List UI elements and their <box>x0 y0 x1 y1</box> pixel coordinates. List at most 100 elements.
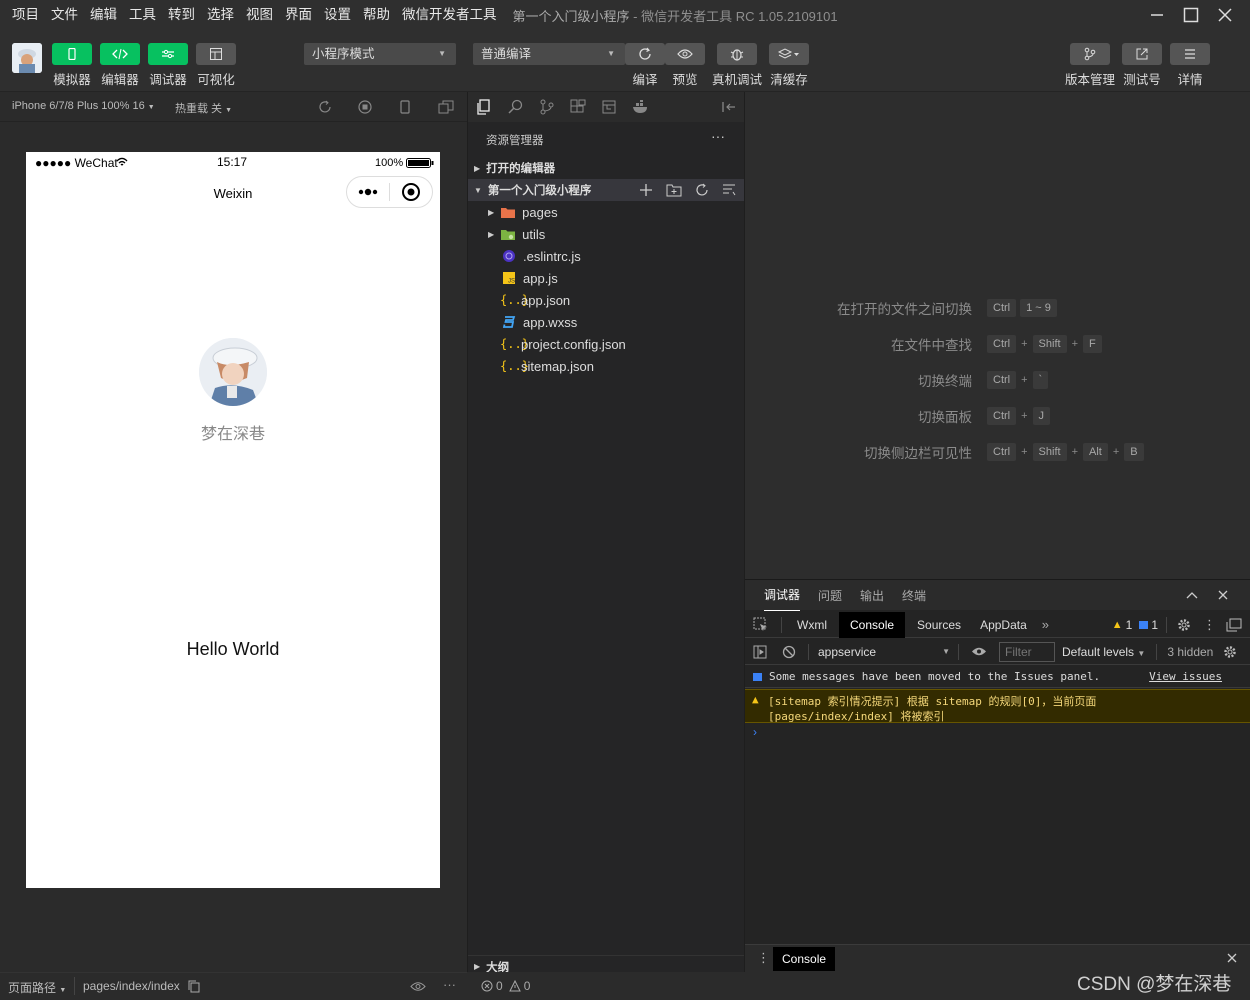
source-control-icon[interactable] <box>540 99 554 115</box>
problems-indicator[interactable]: 0 0 <box>481 979 530 993</box>
minimize-button[interactable] <box>1140 0 1174 30</box>
menu-devtools[interactable]: 微信开发者工具 <box>396 0 503 30</box>
project-section[interactable]: ▼ 第一个入门级小程序 <box>468 179 744 201</box>
gear-icon[interactable] <box>1177 618 1191 632</box>
menu-project[interactable]: 项目 <box>6 0 45 30</box>
tree-item-eslintrc[interactable]: .eslintrc.js <box>468 245 744 267</box>
tree-item-app-js[interactable]: JS app.js <box>468 267 744 289</box>
more-button[interactable] <box>347 188 389 196</box>
compile-button[interactable] <box>625 43 665 65</box>
filter-input[interactable] <box>999 641 1055 662</box>
issues-message: Some messages have been moved to the Iss… <box>745 666 1250 688</box>
explorer-more-icon[interactable]: ··· <box>711 128 725 144</box>
menu-icon <box>1185 49 1195 59</box>
tree-item-app-wxss[interactable]: app.wxss <box>468 311 744 333</box>
more-tabs-icon[interactable]: » <box>1042 617 1049 632</box>
tree-item-pages[interactable]: ▶ pages <box>468 201 744 223</box>
tree-item-sitemap[interactable]: {..} sitemap.json <box>468 355 744 377</box>
stop-button[interactable] <box>358 100 372 114</box>
details-button[interactable] <box>1170 43 1210 65</box>
tree-item-utils[interactable]: ▶ utils <box>468 223 744 245</box>
hot-reload-select[interactable]: 热重载 关 ▼ <box>175 100 232 116</box>
open-editors-section[interactable]: ▶ 打开的编辑器 <box>468 157 744 179</box>
clear-console-icon[interactable] <box>782 645 796 659</box>
extensions-icon[interactable] <box>570 99 586 115</box>
tab-sources[interactable]: Sources <box>917 618 961 632</box>
version-button[interactable] <box>1070 43 1110 65</box>
tree-item-app-json[interactable]: {..} app.json <box>468 289 744 311</box>
levels-select[interactable]: Default levels ▼ <box>1062 645 1145 659</box>
devtools-panel: 调试器 问题 输出 终端 Wxml Console Sources AppDat… <box>745 579 1250 944</box>
layers-icon <box>778 48 799 59</box>
rotate-button[interactable] <box>318 100 332 114</box>
close-drawer-icon[interactable] <box>1227 953 1237 963</box>
menu-interface[interactable]: 界面 <box>279 0 318 30</box>
tree-item-project-config[interactable]: {..} project.config.json <box>468 333 744 355</box>
console-prompt[interactable]: › <box>753 725 757 739</box>
tab-console[interactable]: Console <box>839 611 906 638</box>
search-icon[interactable] <box>508 99 524 115</box>
close-miniprogram-button[interactable] <box>390 182 432 202</box>
simulator-button[interactable] <box>52 43 92 65</box>
simulator-toolbar: iPhone 6/7/8 Plus 100% 16 ▼ 热重载 关 ▼ <box>0 92 467 122</box>
menu-goto[interactable]: 转到 <box>162 0 201 30</box>
tab-problems[interactable]: 问题 <box>818 587 842 604</box>
preview-button[interactable] <box>665 43 705 65</box>
copy-icon[interactable] <box>188 980 200 993</box>
view-issues-link[interactable]: View issues <box>1149 670 1222 683</box>
collapse-sidebar-icon[interactable] <box>722 101 736 113</box>
issue-counter[interactable]: ▲ 1 1 <box>1112 618 1158 632</box>
menu-view[interactable]: 视图 <box>240 0 279 30</box>
collapse-all-icon[interactable] <box>722 183 736 197</box>
new-file-icon[interactable] <box>639 183 653 197</box>
test-account-button[interactable] <box>1122 43 1162 65</box>
mode-select[interactable]: 小程序模式 ▼ <box>304 43 456 65</box>
menu-edit[interactable]: 编辑 <box>84 0 123 30</box>
device-select[interactable]: iPhone 6/7/8 Plus 100% 16 ▼ <box>12 100 155 112</box>
menu-file[interactable]: 文件 <box>45 0 84 30</box>
window-title-project: 第一个入门级小程序 <box>512 8 630 24</box>
docker-icon[interactable] <box>632 100 650 114</box>
more-icon[interactable]: ··· <box>443 977 456 992</box>
close-panel-icon[interactable] <box>1218 590 1228 600</box>
context-select[interactable]: appservice ▼ <box>818 645 950 659</box>
clear-cache-button[interactable] <box>769 43 809 65</box>
tab-output[interactable]: 输出 <box>860 587 884 604</box>
editor-button[interactable] <box>100 43 140 65</box>
avatar[interactable] <box>12 43 42 73</box>
drawer-tab-console[interactable]: Console <box>773 947 836 971</box>
chevron-up-icon[interactable] <box>1186 591 1198 599</box>
menu-select[interactable]: 选择 <box>201 0 240 30</box>
maximize-button[interactable] <box>1174 0 1208 30</box>
menu-tools[interactable]: 工具 <box>123 0 162 30</box>
tree-item-label: .eslintrc.js <box>523 248 581 264</box>
preview-panel-icon[interactable] <box>602 100 616 114</box>
close-window-button[interactable] <box>1208 0 1242 30</box>
eye-icon[interactable] <box>971 646 987 657</box>
tab-terminal[interactable]: 终端 <box>902 587 926 604</box>
menu-help[interactable]: 帮助 <box>357 0 396 30</box>
console-settings-icon[interactable] <box>1223 645 1237 659</box>
refresh-icon[interactable] <box>695 183 709 197</box>
drawer-menu-icon[interactable]: ⋮ <box>757 950 770 966</box>
kebab-menu-icon[interactable]: ⋮ <box>1203 618 1216 631</box>
compile-select[interactable]: 普通编译 ▼ <box>473 43 625 65</box>
debugger-button[interactable] <box>148 43 188 65</box>
detach-button[interactable] <box>438 100 454 114</box>
files-icon[interactable] <box>476 99 492 115</box>
eye-icon[interactable] <box>410 981 426 992</box>
remote-debug-button[interactable] <box>717 43 757 65</box>
menu-settings[interactable]: 设置 <box>318 0 357 30</box>
tab-debugger[interactable]: 调试器 <box>764 579 801 611</box>
sidebar-toggle-icon[interactable] <box>753 645 767 659</box>
phone-mode-button[interactable] <box>399 100 411 114</box>
dock-icon[interactable] <box>1226 618 1242 632</box>
inspect-icon[interactable] <box>753 617 769 633</box>
tab-appdata[interactable]: AppData <box>980 618 1027 632</box>
shortcut-label: 在打开的文件之间切换 <box>837 302 972 317</box>
page-path-select[interactable]: 页面路径 ▼ <box>8 979 66 996</box>
new-folder-icon[interactable] <box>666 183 682 197</box>
open-editors-label: 打开的编辑器 <box>486 163 556 175</box>
visual-button[interactable] <box>196 43 236 65</box>
tab-wxml[interactable]: Wxml <box>797 618 827 632</box>
